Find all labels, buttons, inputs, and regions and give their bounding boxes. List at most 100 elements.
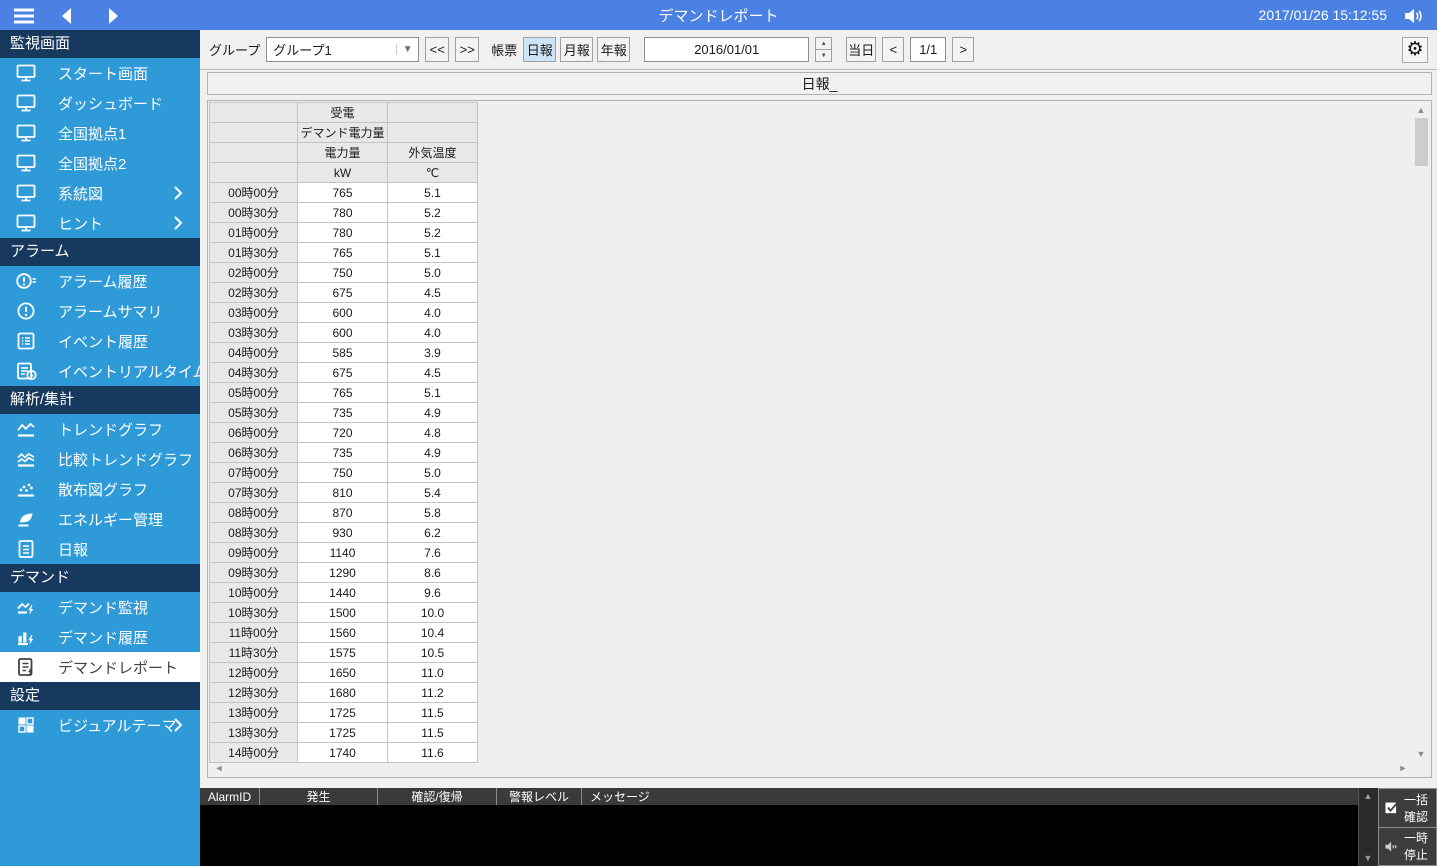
settings-button[interactable]: ⚙ — [1402, 36, 1428, 63]
sidebar-item[interactable]: 散布図グラフ — [0, 474, 200, 504]
back-icon[interactable] — [56, 4, 80, 26]
table-row: 08時00分 870 5.8 — [209, 502, 478, 523]
forward-icon[interactable] — [100, 4, 124, 26]
sidebar-item[interactable]: ダッシュボード — [0, 88, 200, 118]
table-cell: 5.4 — [387, 482, 478, 503]
topbar: デマンドレポート 2017/01/26 15:12:55 — [0, 0, 1437, 30]
checkbox-check-icon — [1383, 799, 1400, 816]
sidebar-item[interactable]: 比較トレンドグラフ — [0, 444, 200, 474]
alarm-scroll-up-icon[interactable]: ▲ — [1360, 790, 1376, 802]
alarm-panel: AlarmID 発生 確認/復帰 警報レベル メッセージ ▲ ▼ 一括確認 一時… — [200, 788, 1437, 866]
today-button[interactable]: 当日 — [846, 37, 877, 62]
sidebar-item[interactable]: 日報 — [0, 534, 200, 564]
trend-graph-icon — [14, 417, 38, 441]
table-cell: 750 — [297, 462, 388, 483]
alarm-scroll-down-icon[interactable]: ▼ — [1360, 852, 1376, 864]
horizontal-scrollbar[interactable]: ◄ ► — [209, 760, 1413, 776]
sidebar-item[interactable]: アラームサマリ — [0, 296, 200, 326]
alarm-column-header[interactable]: 発生 — [260, 788, 378, 805]
table-cell: 04時00分 — [209, 342, 298, 363]
table-cell: 09時00分 — [209, 542, 298, 563]
speaker-pause-icon — [1383, 838, 1400, 855]
monitor-icon — [14, 151, 38, 175]
sidebar-item-label: ヒント — [58, 215, 104, 233]
alarm-column-header[interactable]: メッセージ — [582, 788, 1358, 805]
speaker-icon[interactable] — [1401, 4, 1425, 26]
table-row: 11時30分 1575 10.5 — [209, 642, 478, 663]
table-cell: 10時00分 — [209, 582, 298, 603]
alarm-scrollbar[interactable]: ▲ ▼ — [1358, 788, 1378, 866]
table-cell: 765 — [297, 382, 388, 403]
hamburger-icon[interactable] — [12, 4, 36, 26]
table-cell: 02時00分 — [209, 262, 298, 283]
table-cell: 11.2 — [387, 682, 478, 703]
table-cell: 11.5 — [387, 722, 478, 743]
sidebar-item[interactable]: ビジュアルテーマ — [0, 710, 200, 740]
sidebar-item[interactable]: スタート画面 — [0, 58, 200, 88]
report-type-button[interactable]: 年報 — [597, 37, 631, 62]
ack-all-button[interactable]: 一括確認 — [1378, 788, 1437, 828]
sidebar-item[interactable]: イベントリアルタイム — [0, 356, 200, 386]
sidebar-item[interactable]: アラーム履歴 — [0, 266, 200, 296]
table-cell: 4.5 — [387, 362, 478, 383]
table-cell: 765 — [297, 182, 388, 203]
table-cell: 7.6 — [387, 542, 478, 563]
table-row: 09時00分 1140 7.6 — [209, 542, 478, 563]
scroll-down-icon[interactable]: ▼ — [1413, 748, 1429, 760]
sidebar-item[interactable]: 系統図 — [0, 178, 200, 208]
pause-button[interactable]: 一時停止 — [1378, 826, 1437, 866]
table-cell: 00時00分 — [209, 182, 298, 203]
scroll-left-icon[interactable]: ◄ — [211, 762, 227, 774]
sidebar-item[interactable]: 全国拠点2 — [0, 148, 200, 178]
table-cell: 4.8 — [387, 422, 478, 443]
prev-page-button[interactable]: < — [882, 37, 905, 62]
table-header-row: デマンド電力量 — [209, 122, 478, 143]
scroll-up-icon[interactable]: ▲ — [1413, 104, 1429, 116]
table-cell: 1725 — [297, 722, 388, 743]
page-indicator[interactable]: 1/1 — [910, 37, 947, 62]
table-cell: 1575 — [297, 642, 388, 663]
next-group-button[interactable]: >> — [455, 37, 480, 62]
sidebar-item[interactable]: イベント履歴 — [0, 326, 200, 356]
group-select[interactable]: グループ1 ▼ — [266, 37, 420, 62]
sidebar-item[interactable]: ヒント — [0, 208, 200, 238]
table-cell: 5.1 — [387, 182, 478, 203]
gear-icon: ⚙ — [1406, 39, 1424, 60]
table-header-cell: kW — [297, 162, 388, 183]
table-row: 05時00分 765 5.1 — [209, 382, 478, 403]
table-row: 07時00分 750 5.0 — [209, 462, 478, 483]
table-cell: 735 — [297, 402, 388, 423]
table-row: 04時30分 675 4.5 — [209, 362, 478, 383]
prev-group-button[interactable]: << — [425, 37, 450, 62]
alarm-column-header[interactable]: AlarmID — [200, 788, 260, 805]
table-cell: 1500 — [297, 602, 388, 623]
table-cell: 1290 — [297, 562, 388, 583]
sidebar-item-label: ビジュアルテーマ — [58, 717, 177, 735]
sidebar: 監視画面 スタート画面 ダッシュボード 全国拠点1 全国拠点2 系統図 ヒント アラーム アラー… — [0, 30, 200, 866]
scroll-right-icon[interactable]: ► — [1395, 762, 1411, 774]
alarm-column-header[interactable]: 確認/復帰 — [378, 788, 497, 805]
report-type-button[interactable]: 月報 — [560, 37, 594, 62]
vertical-scrollbar[interactable]: ▲ ▼ — [1413, 102, 1430, 760]
table-cell: 07時00分 — [209, 462, 298, 483]
date-spin-down-button[interactable]: ▼ — [815, 49, 833, 62]
sidebar-item-label: 散布図グラフ — [58, 481, 149, 499]
table-row: 12時30分 1680 11.2 — [209, 682, 478, 703]
table-row: 03時00分 600 4.0 — [209, 302, 478, 323]
alarm-table-body — [200, 805, 1358, 866]
alarm-column-header[interactable]: 警報レベル — [497, 788, 582, 805]
sidebar-item[interactable]: 全国拠点1 — [0, 118, 200, 148]
sidebar-item[interactable]: エネルギー管理 — [0, 504, 200, 534]
next-page-button[interactable]: > — [952, 37, 975, 62]
vertical-scroll-thumb[interactable] — [1415, 118, 1428, 166]
sidebar-item-label: スタート画面 — [58, 65, 149, 83]
date-input[interactable]: 2016/01/01 — [644, 37, 810, 62]
sidebar-item[interactable]: デマンドレポート — [0, 652, 200, 682]
sidebar-item[interactable]: デマンド監視 — [0, 592, 200, 622]
table-cell: 720 — [297, 422, 388, 443]
sidebar-item[interactable]: デマンド履歴 — [0, 622, 200, 652]
report-type-button[interactable]: 日報 — [523, 37, 557, 62]
table-row: 10時00分 1440 9.6 — [209, 582, 478, 603]
table-cell: 11.0 — [387, 662, 478, 683]
sidebar-item[interactable]: トレンドグラフ — [0, 414, 200, 444]
